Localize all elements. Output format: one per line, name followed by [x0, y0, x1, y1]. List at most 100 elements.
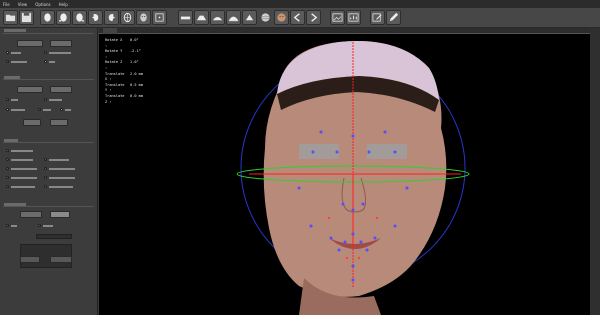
open-folder-button[interactable]	[3, 10, 18, 25]
section-header-3	[4, 139, 18, 142]
face-points-icon	[155, 13, 164, 22]
radio-dot	[6, 185, 9, 188]
face-points-button[interactable]	[152, 10, 167, 25]
save-button[interactable]	[19, 10, 34, 25]
panel-3-option-9[interactable]	[44, 185, 73, 188]
radio-dot	[60, 108, 63, 111]
face-front-button[interactable]	[40, 10, 55, 25]
radio-dot	[6, 224, 9, 227]
face-side-left-button[interactable]	[88, 10, 103, 25]
radio-dot	[6, 167, 9, 170]
arc-view-button[interactable]	[210, 10, 225, 25]
face-side-right-button[interactable]	[104, 10, 119, 25]
image-icon	[332, 13, 343, 22]
shade-view-button[interactable]	[242, 10, 257, 25]
panel-1-button-a[interactable]	[17, 40, 43, 47]
arrow-left-button[interactable]	[290, 10, 305, 25]
section-header-2	[4, 76, 20, 79]
menu-help[interactable]: Help	[59, 2, 68, 7]
radio-dot	[6, 149, 9, 152]
radio-dot	[44, 176, 47, 179]
eye-privacy-box-left	[299, 144, 339, 159]
radio-dot	[44, 98, 47, 101]
panel-2-option-5[interactable]	[60, 108, 71, 111]
save-icon	[21, 12, 32, 23]
panel-1-option-1[interactable]	[6, 51, 21, 54]
arrow-right-icon	[311, 13, 318, 22]
panel-4-option-2[interactable]	[38, 224, 53, 227]
left-panel	[0, 28, 98, 315]
face-rotate-left-button[interactable]	[56, 10, 71, 25]
menu-view[interactable]: View	[18, 2, 28, 7]
face-avatar-button[interactable]	[274, 10, 289, 25]
panel-1-option-4[interactable]	[44, 60, 55, 63]
menu-file[interactable]: File	[3, 2, 10, 7]
panel-3-option-5[interactable]	[44, 167, 75, 170]
image-button[interactable]	[330, 10, 345, 25]
toolbar	[0, 8, 600, 28]
panel-4-option-1[interactable]	[6, 224, 17, 227]
panel-1-option-3[interactable]	[6, 60, 27, 63]
face-rotate-right-button[interactable]	[72, 10, 87, 25]
panel-4-button-c[interactable]	[20, 256, 40, 263]
face-rotate-left-icon	[58, 13, 67, 23]
panel-3-option-7[interactable]	[44, 176, 75, 179]
face-mesh-button[interactable]	[120, 10, 135, 25]
arrow-left-icon	[293, 13, 300, 22]
face-mesh-icon	[123, 12, 132, 23]
face-side-right-icon	[108, 13, 116, 22]
dome-view-icon	[228, 16, 239, 22]
radio-dot	[44, 51, 47, 54]
shade-view-icon	[245, 14, 254, 21]
face-front-icon	[44, 13, 51, 22]
perspective-view-button[interactable]	[194, 10, 209, 25]
panel-4-button-b[interactable]	[50, 211, 70, 218]
panel-4-text-field[interactable]	[36, 234, 72, 239]
radio-dot	[6, 60, 9, 63]
flat-view-button[interactable]	[178, 10, 193, 25]
panel-2-button-a[interactable]	[17, 86, 43, 93]
section-divider	[3, 206, 94, 207]
dome-view-button[interactable]	[226, 10, 241, 25]
sphere-button[interactable]	[258, 10, 273, 25]
section-header-4	[4, 203, 26, 206]
menu-options[interactable]: Options	[35, 2, 50, 7]
open-folder-icon	[5, 14, 16, 22]
panel-2-option-4[interactable]	[38, 108, 51, 111]
panel-2-button-b[interactable]	[50, 86, 72, 93]
radio-dot	[44, 60, 47, 63]
panel-2-button-c[interactable]	[23, 119, 41, 126]
3d-viewport[interactable]: Rotate X :0.0° Rotate Y : -2.1° Rotate Z …	[99, 28, 590, 315]
panel-3-option-2[interactable]	[6, 158, 33, 161]
panel-1-option-2[interactable]	[44, 51, 71, 54]
panel-2-option-2[interactable]	[44, 98, 62, 101]
face-scene	[236, 41, 470, 315]
edit-button[interactable]	[370, 10, 385, 25]
panel-2-button-d[interactable]	[50, 119, 68, 126]
panel-3-option-3[interactable]	[44, 158, 69, 161]
chart-button[interactable]	[346, 10, 361, 25]
panel-3-option-6[interactable]	[6, 176, 37, 179]
section-divider	[3, 142, 94, 143]
section-header-1	[4, 29, 26, 32]
face-texture-icon	[140, 13, 147, 22]
panel-3-option-8[interactable]	[6, 185, 35, 188]
panel-2-option-3[interactable]	[6, 108, 25, 111]
panel-2-option-1[interactable]	[6, 98, 18, 101]
section-divider	[3, 33, 94, 34]
radio-dot	[44, 185, 47, 188]
panel-3-option-1[interactable]	[6, 149, 33, 152]
menu-bar: File View Options Help	[0, 0, 600, 8]
panel-4-button-a[interactable]	[20, 211, 42, 218]
right-scroll-strip[interactable]	[590, 28, 600, 315]
panel-3-option-4[interactable]	[6, 167, 37, 170]
flat-view-icon	[180, 16, 191, 20]
radio-dot	[38, 108, 41, 111]
radio-dot	[44, 167, 47, 170]
pen-button[interactable]	[386, 10, 401, 25]
panel-4-button-d[interactable]	[50, 256, 72, 263]
arrow-right-button[interactable]	[306, 10, 321, 25]
face-texture-button[interactable]	[136, 10, 151, 25]
radio-dot	[6, 98, 9, 101]
panel-1-button-b[interactable]	[50, 40, 72, 47]
